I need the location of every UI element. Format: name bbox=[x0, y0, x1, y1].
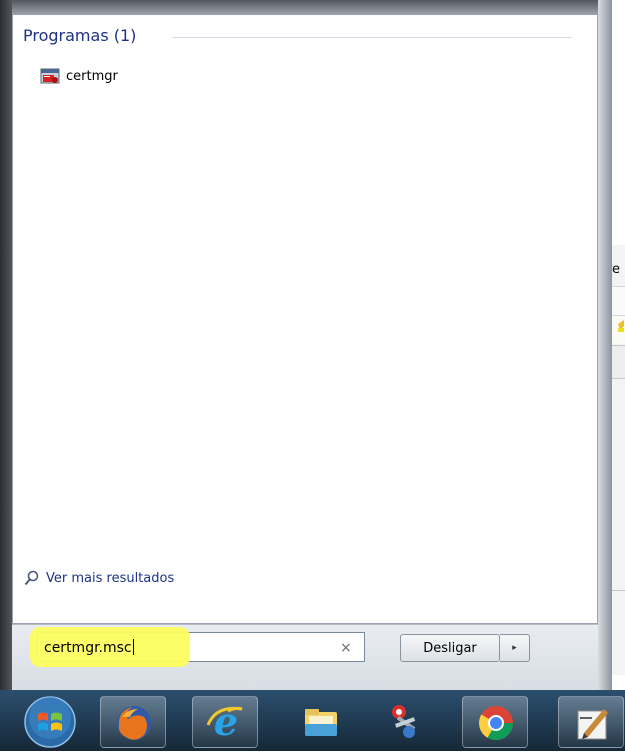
start-menu-left-edge bbox=[0, 0, 12, 690]
shutdown-options-button[interactable]: ▸ bbox=[500, 634, 530, 662]
taskbar-explorer-button[interactable] bbox=[288, 696, 354, 748]
windows-logo-icon bbox=[24, 696, 76, 748]
section-header-programs: Programas (1) bbox=[23, 26, 137, 45]
search-input-value[interactable]: certmgr.msc bbox=[44, 639, 134, 656]
taskbar-app-button[interactable] bbox=[558, 696, 624, 748]
start-menu-right-edge bbox=[598, 0, 612, 690]
taskbar-snipping-button[interactable] bbox=[372, 696, 438, 748]
clear-search-button[interactable]: × bbox=[340, 640, 352, 656]
search-results-panel bbox=[12, 14, 598, 624]
certmgr-icon bbox=[40, 67, 60, 85]
background-window-text: e bbox=[612, 262, 620, 277]
taskbar-ie-button[interactable]: e bbox=[192, 696, 258, 748]
search-icon bbox=[24, 570, 39, 586]
search-input-text: certmgr.msc bbox=[44, 640, 132, 656]
folder-icon bbox=[305, 709, 337, 736]
taskbar-firefox-button[interactable] bbox=[100, 696, 166, 748]
scissors-icon bbox=[392, 705, 416, 738]
ie-icon: e bbox=[206, 703, 243, 743]
shutdown-button[interactable]: Desligar bbox=[400, 634, 500, 662]
text-caret bbox=[132, 639, 134, 655]
result-label: certmgr bbox=[66, 68, 118, 84]
chrome-icon bbox=[479, 706, 513, 740]
windows-start-orb[interactable] bbox=[22, 694, 78, 750]
result-item-certmgr[interactable]: certmgr bbox=[40, 64, 118, 88]
edit-app-icon bbox=[577, 709, 608, 740]
section-divider bbox=[172, 37, 572, 38]
taskbar-chrome-button[interactable] bbox=[462, 696, 528, 748]
firefox-icon bbox=[117, 706, 151, 740]
start-menu-top-edge bbox=[12, 0, 598, 14]
see-more-results-link[interactable]: Ver mais resultados bbox=[24, 570, 174, 586]
see-more-label: Ver mais resultados bbox=[46, 570, 175, 586]
